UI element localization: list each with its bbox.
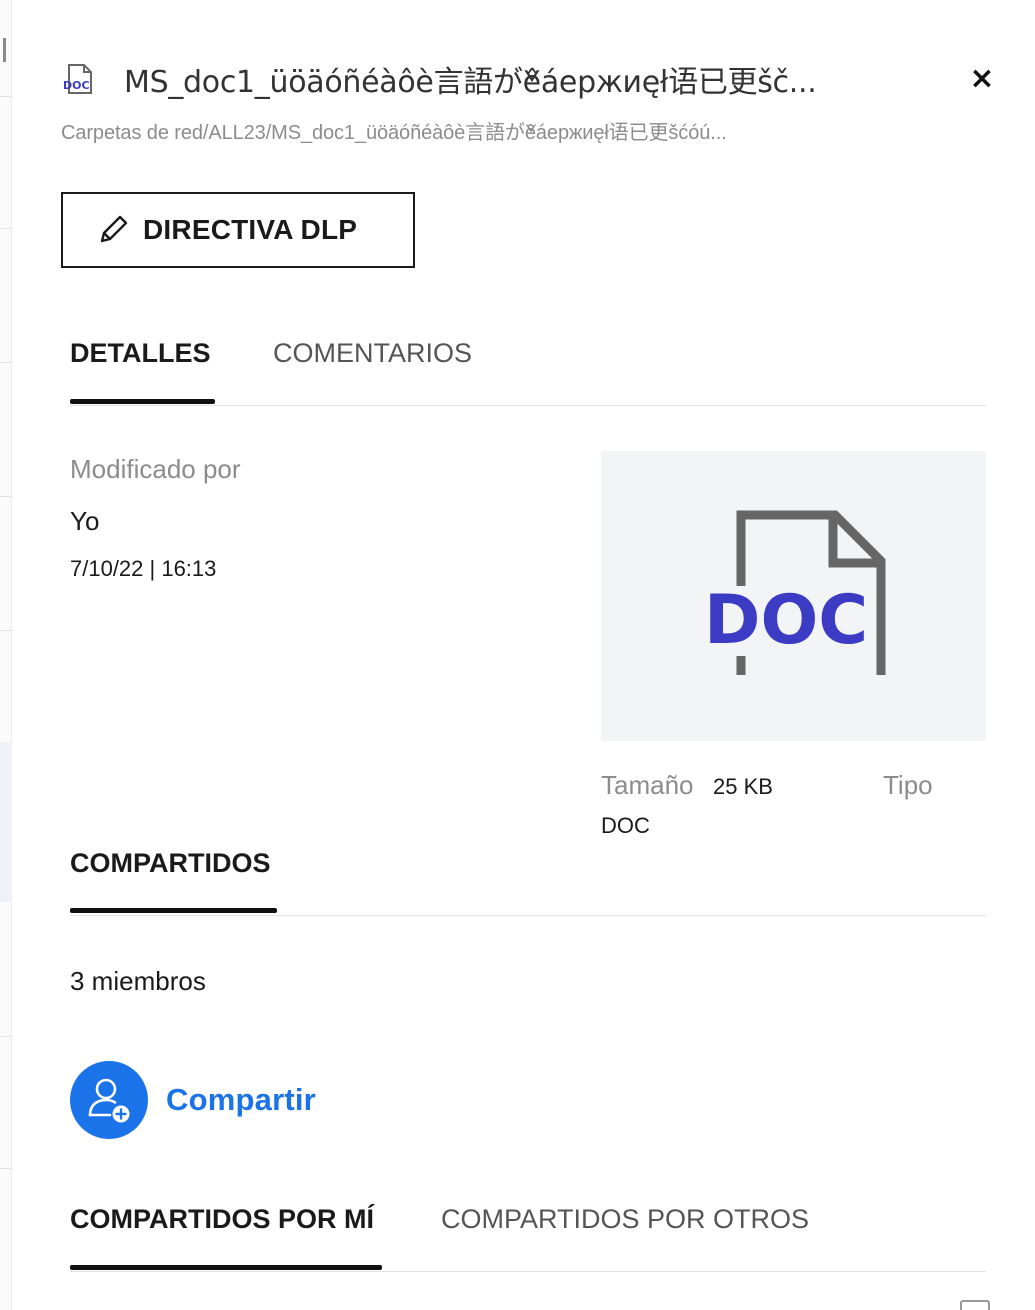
- background-scroll-marker: [3, 38, 6, 62]
- active-tab-indicator: [70, 399, 215, 404]
- dlp-policy-button[interactable]: DIRECTIVA DLP: [61, 192, 415, 268]
- type-value: DOC: [601, 813, 650, 838]
- shares-section-label: COMPARTIDOS: [70, 848, 271, 878]
- close-icon[interactable]: ×: [964, 60, 1000, 96]
- tab-details-label: DETALLES: [70, 338, 211, 368]
- members-count: 3 miembros: [70, 966, 206, 996]
- add-user-icon[interactable]: [70, 1061, 148, 1139]
- preview-type-text: DOC: [704, 581, 868, 660]
- file-title: MS_doc1_üöäóñéàôè言語が̌êáержиęł语已更šč...: [124, 65, 817, 100]
- tab-shared-by-others[interactable]: COMPARTIDOS POR OTROS: [441, 1202, 809, 1272]
- modified-by-label: Modificado por: [70, 454, 241, 484]
- background-divider: [0, 496, 12, 497]
- size-row: Tamaño 25 KB Tipo: [601, 770, 1001, 804]
- background-divider: [0, 362, 12, 363]
- tab-shared-by-me-label: COMPARTIDOS POR MÍ: [70, 1204, 375, 1234]
- background-divider: [0, 1036, 12, 1037]
- shares-section-indicator: [70, 908, 277, 913]
- background-divider: [0, 1168, 12, 1169]
- file-preview: DOC: [601, 451, 986, 741]
- background-divider: [0, 96, 12, 97]
- details-header: DOC MS_doc1_üöäóñéàôè言語が̌êáержиęł语已更šč..…: [60, 56, 1010, 102]
- partial-icon: [960, 1300, 990, 1310]
- active-tab-indicator: [70, 1265, 382, 1270]
- dlp-policy-label: DIRECTIVA DLP: [143, 214, 358, 245]
- share-button[interactable]: Compartir: [70, 1061, 316, 1139]
- pencil-icon: [100, 215, 128, 243]
- background-divider: [0, 630, 12, 631]
- type-label: Tipo: [883, 770, 933, 800]
- doc-file-icon: DOC: [60, 59, 100, 99]
- svg-text:DOC: DOC: [63, 79, 90, 92]
- share-button-label[interactable]: Compartir: [166, 1082, 316, 1118]
- doc-preview-icon: DOC: [697, 510, 886, 675]
- file-path: Carpetas de red/ALL23/MS_doc1_üöäóñéàôè言…: [61, 122, 727, 144]
- modified-date: 7/10/22 | 16:13: [70, 556, 217, 581]
- details-tabs: DETALLES COMENTARIOS: [70, 336, 986, 406]
- shares-section-header: COMPARTIDOS: [70, 846, 986, 916]
- shares-tabs: COMPARTIDOS POR MÍ COMPARTIDOS POR OTROS: [70, 1202, 986, 1272]
- background-selected-row: [0, 742, 12, 902]
- tab-shared-by-others-label: COMPARTIDOS POR OTROS: [441, 1204, 810, 1234]
- tab-shared-by-me[interactable]: COMPARTIDOS POR MÍ: [70, 1202, 382, 1272]
- size-value: 25 KB: [713, 774, 773, 799]
- background-panel-edge: [0, 0, 12, 1310]
- size-label: Tamaño: [601, 770, 694, 800]
- modified-by-value: Yo: [70, 506, 100, 536]
- tab-details[interactable]: DETALLES: [70, 336, 215, 406]
- tab-comments-label: COMENTARIOS: [273, 338, 473, 368]
- background-divider: [0, 228, 12, 229]
- tab-comments[interactable]: COMENTARIOS: [273, 336, 472, 406]
